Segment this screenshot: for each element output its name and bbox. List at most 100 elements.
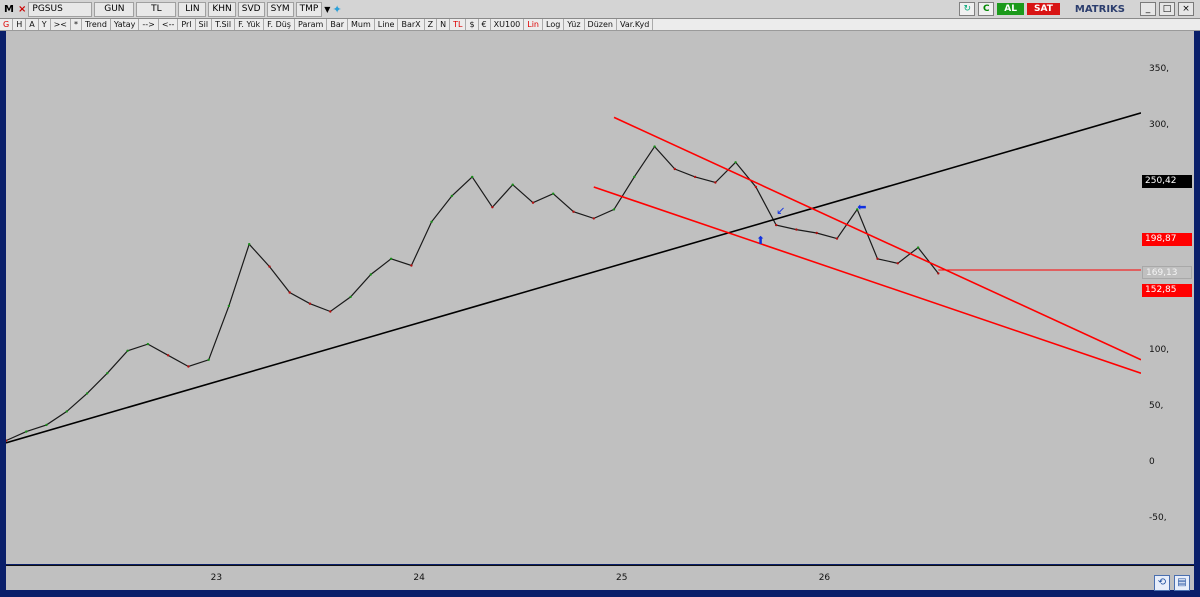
price-tag: 250,42 xyxy=(1142,175,1192,188)
toolbar-button-29[interactable]: Düzen xyxy=(585,19,617,30)
chart-toolbar: G H A Y >< * Trend Yatay --> <-- Prl Sil T.Sil F. Yük… xyxy=(0,19,1200,31)
toolbar-button-25[interactable]: XU100 xyxy=(491,19,525,30)
bird-icon[interactable]: ✦ xyxy=(332,3,341,16)
price-point xyxy=(288,291,291,294)
price-point xyxy=(795,228,798,231)
price-point xyxy=(572,210,575,213)
trendline-2[interactable] xyxy=(593,186,1142,374)
scale-field[interactable]: LIN xyxy=(178,1,207,17)
annotation-arrow-icon: ⬅ xyxy=(857,201,866,214)
toolbar-button-2[interactable]: A xyxy=(26,19,39,30)
price-point xyxy=(734,161,737,164)
toolbar-button-10[interactable]: Prl xyxy=(178,19,196,30)
y-tick-label: 0 xyxy=(1149,457,1155,467)
toolbar-button-11[interactable]: Sil xyxy=(196,19,213,30)
toolbar-button-8[interactable]: --> xyxy=(139,19,159,30)
price-point xyxy=(187,365,190,368)
toolbar-button-13[interactable]: F. Yük xyxy=(235,19,265,30)
price-point xyxy=(612,208,616,211)
buy-button[interactable]: AL xyxy=(997,3,1024,15)
chart-settings-icon[interactable]: ▤ xyxy=(1174,575,1190,591)
sync-icon[interactable]: ⟲ xyxy=(1154,575,1170,591)
close-icon[interactable]: × xyxy=(18,4,26,15)
toolbar-button-20[interactable]: Z xyxy=(425,19,438,30)
price-tag: 198,87 xyxy=(1142,232,1192,246)
toolbar-button-7[interactable]: Yatay xyxy=(111,19,140,30)
price-point xyxy=(146,342,150,346)
trendline-0[interactable] xyxy=(5,112,1142,444)
brand-logo: MATRIKS xyxy=(1074,3,1125,15)
toolbar-button-26[interactable]: Lin xyxy=(524,19,543,30)
x-tick-label: 24 xyxy=(413,573,425,583)
toolbar-button-3[interactable]: Y xyxy=(39,19,51,30)
chart-plot-area[interactable]: ↙ ⬅ ⬆ xyxy=(4,31,1142,564)
toolbar-button-12[interactable]: T.Sil xyxy=(212,19,236,30)
color-icon[interactable]: C xyxy=(978,2,995,16)
price-point xyxy=(106,372,109,375)
price-point xyxy=(410,264,413,267)
symbol-field[interactable]: PGSUS xyxy=(28,1,93,17)
price-tag: 169,13 xyxy=(1142,266,1192,280)
price-point xyxy=(126,349,129,352)
toolbar-button-22[interactable]: TL xyxy=(450,19,467,30)
tab-svd[interactable]: SVD xyxy=(237,1,265,17)
price-point xyxy=(693,175,697,179)
toolbar-button-15[interactable]: Param xyxy=(295,19,328,30)
price-series-line-0 xyxy=(5,145,939,442)
toolbar-button-1[interactable]: H xyxy=(13,19,27,30)
price-point xyxy=(65,410,68,413)
price-point xyxy=(714,181,717,184)
price-point xyxy=(633,175,636,179)
price-point xyxy=(25,430,28,433)
sell-button[interactable]: SAT xyxy=(1027,3,1060,15)
toolbar-button-23[interactable]: $ xyxy=(466,19,479,30)
price-point xyxy=(835,237,839,240)
price-tag: 152,85 xyxy=(1142,284,1192,298)
price-point xyxy=(937,272,940,275)
y-axis: 350,300,250,200,150,100,50,0-50,250,4219… xyxy=(1141,31,1194,564)
chevron-down-icon[interactable]: ▼ xyxy=(324,5,330,14)
minimize-button[interactable]: _ xyxy=(1140,2,1156,16)
window-menu-button[interactable]: M xyxy=(4,4,16,15)
toolbar-button-21[interactable]: N xyxy=(437,19,451,30)
y-tick-label: -50, xyxy=(1149,513,1167,524)
toolbar-button-18[interactable]: Line xyxy=(375,19,399,30)
y-tick-label: 100, xyxy=(1149,344,1170,355)
price-point xyxy=(815,231,818,235)
toolbar-button-17[interactable]: Mum xyxy=(348,19,375,30)
tab-khn[interactable]: KHN xyxy=(208,1,236,17)
price-point xyxy=(207,358,210,361)
price-point xyxy=(308,302,312,305)
toolbar-button-14[interactable]: F. Düş xyxy=(264,19,295,30)
price-point xyxy=(430,220,433,223)
toolbar-button-5[interactable]: * xyxy=(71,19,82,30)
tab-tmp[interactable]: TMP xyxy=(295,1,323,17)
toolbar-button-0[interactable]: G xyxy=(0,19,14,30)
toolbar-button-19[interactable]: BarX xyxy=(398,19,425,30)
price-point xyxy=(754,185,758,189)
y-tick-label: 50, xyxy=(1149,400,1164,411)
toolbar-button-24[interactable]: € xyxy=(479,19,491,30)
price-point xyxy=(491,206,494,209)
maximize-button[interactable]: □ xyxy=(1159,2,1175,16)
annotation-arrow-icon: ↙ xyxy=(776,204,785,217)
toolbar-button-9[interactable]: <-- xyxy=(159,19,179,30)
x-tick-label: 25 xyxy=(616,573,628,583)
toolbar-button-28[interactable]: Yüz xyxy=(564,19,585,30)
price-chart: ↙ ⬅ ⬆ xyxy=(4,112,1142,444)
refresh-icon[interactable]: ↻ xyxy=(959,2,976,16)
toolbar-button-30[interactable]: Var.Kyd xyxy=(617,19,654,30)
currency-field[interactable]: TL xyxy=(136,1,177,17)
toolbar-button-4[interactable]: >< xyxy=(51,19,71,30)
price-point xyxy=(531,201,535,204)
period-field[interactable]: GUN xyxy=(94,1,135,17)
tab-sym[interactable]: SYM xyxy=(266,1,294,17)
price-point xyxy=(916,246,920,249)
toolbar-button-27[interactable]: Log xyxy=(543,19,565,30)
toolbar-button-6[interactable]: Trend xyxy=(82,19,111,30)
price-point xyxy=(227,304,231,308)
y-tick-label: 350, xyxy=(1149,64,1170,75)
window-close-button[interactable]: × xyxy=(1178,2,1194,16)
toolbar-button-16[interactable]: Bar xyxy=(327,19,349,30)
trendline-1[interactable] xyxy=(613,116,1142,361)
